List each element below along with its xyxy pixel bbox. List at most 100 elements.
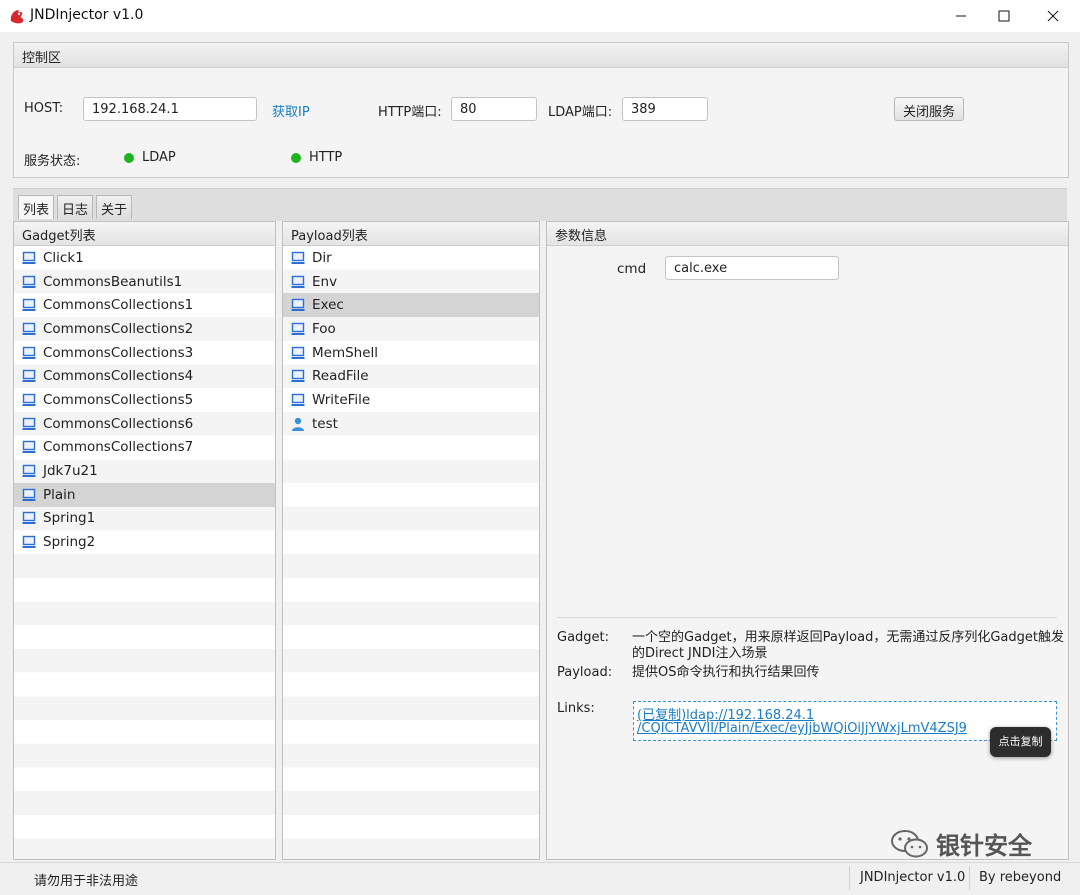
link-line-2[interactable]: /CQICTAVVII/Plain/Exec/eyJjbWQiOiJjYWxjL… (637, 721, 967, 736)
list-item[interactable]: Dir (283, 246, 539, 270)
maximize-icon (998, 10, 1010, 22)
status-divider (849, 866, 850, 890)
payload-panel: Payload列表 Dir Env Exec Foo MemShell ReadFile W… (282, 221, 540, 860)
cmd-label: cmd (617, 261, 647, 277)
computer-icon (22, 393, 36, 406)
computer-icon (291, 251, 305, 264)
status-version: JNDInjector v1.0 (860, 870, 966, 885)
list-item-label: CommonsCollections7 (43, 439, 194, 456)
stop-service-button[interactable]: 关闭服务 (894, 97, 964, 121)
computer-icon (22, 299, 36, 312)
minimize-button[interactable] (938, 0, 984, 32)
tab-list[interactable]: 列表 (18, 195, 54, 219)
computer-icon (22, 464, 36, 478)
control-section-title: 控制区 (22, 51, 62, 66)
computer-icon (22, 417, 36, 430)
list-item[interactable]: Plain (14, 482, 275, 507)
list-item[interactable]: Click1 (14, 246, 275, 270)
status-bar: 请勿用于非法用途 JNDInjector v1.0 By rebeyond (0, 862, 1080, 895)
usage-warning: 请勿用于非法用途 (34, 874, 139, 889)
computer-icon (22, 322, 36, 335)
computer-icon (22, 441, 36, 454)
list-item[interactable]: Jdk7u21 (14, 459, 275, 483)
list-item-label: CommonsCollections6 (43, 415, 194, 432)
copy-tooltip: 点击复制 (990, 727, 1051, 757)
list-item-label: CommonsCollections2 (43, 320, 194, 337)
user-icon (292, 417, 304, 431)
list-item[interactable]: CommonsBeanutils1 (14, 270, 275, 294)
list-item[interactable]: MemShell (283, 341, 539, 365)
tab-about[interactable]: 关于 (96, 195, 132, 219)
list-item[interactable]: CommonsCollections4 (14, 364, 275, 388)
tab-log[interactable]: 日志 (57, 195, 93, 219)
ldap-port-input[interactable] (622, 97, 708, 121)
computer-icon (22, 346, 36, 359)
computer-icon (22, 251, 36, 264)
list-item-label: Spring2 (43, 534, 96, 551)
ldap-port-label: LDAP端口: (548, 105, 613, 120)
payload-list[interactable]: Dir Env Exec Foo MemShell ReadFile WriteFile te… (283, 246, 539, 859)
title-bar: JNDInjector v1.0 (0, 0, 1080, 32)
list-item-label: WriteFile (312, 391, 371, 408)
ldap-status-text: LDAP (142, 150, 176, 165)
list-item[interactable]: Spring2 (14, 530, 275, 554)
gadget-list[interactable]: Click1 CommonsBeanutils1 CommonsCollection… (14, 246, 275, 859)
computer-icon (291, 322, 305, 335)
computer-icon (291, 370, 305, 383)
links-label: Links: (557, 701, 595, 716)
list-item-label: CommonsCollections4 (43, 368, 194, 385)
computer-icon (291, 299, 305, 312)
watermark: 银针安全 (890, 826, 1032, 861)
control-section-header: 控制区 (14, 43, 1068, 68)
divider (557, 617, 1057, 618)
list-item[interactable]: CommonsCollections2 (14, 317, 275, 341)
status-divider (969, 866, 970, 890)
param-panel-header: 参数信息 (547, 222, 1068, 246)
list-item-label: Plain (43, 486, 76, 503)
gadget-desc-label: Gadget: (557, 630, 610, 645)
list-item[interactable]: CommonsCollections5 (14, 388, 275, 412)
get-ip-link[interactable]: 获取IP (272, 101, 310, 120)
list-item[interactable]: Foo (283, 317, 539, 341)
payload-description: 提供OS命令执行和执行结果回传 (632, 665, 820, 680)
list-item-label: Spring1 (43, 510, 96, 527)
list-item[interactable]: Exec (283, 293, 539, 318)
list-item[interactable]: CommonsCollections6 (14, 412, 275, 436)
service-status-label: 服务状态: (24, 154, 81, 169)
list-item[interactable]: ReadFile (283, 364, 539, 388)
list-item[interactable]: Spring1 (14, 507, 275, 531)
list-item-label: CommonsCollections3 (43, 344, 194, 361)
list-item[interactable]: CommonsCollections7 (14, 436, 275, 460)
param-panel: 参数信息 cmd Gadget: 一个空的Gadget，用来原样返回Payloa… (546, 221, 1069, 860)
list-item[interactable]: WriteFile (283, 388, 539, 412)
host-input[interactable] (83, 97, 257, 121)
gadget-panel: Gadget列表 Click1 CommonsBeanutils1 CommonsC… (13, 221, 276, 860)
list-item-label: ReadFile (312, 368, 369, 385)
list-item-label: Foo (312, 320, 336, 337)
http-port-input[interactable] (451, 97, 537, 121)
maximize-button[interactable] (981, 0, 1027, 32)
watermark-text: 银针安全 (936, 832, 1032, 860)
gadget-description-line-1: 一个空的Gadget，用来原样返回Payload，无需通过反序列化Gadget触… (632, 630, 1064, 645)
http-status-text: HTTP (309, 150, 343, 165)
cmd-input[interactable] (665, 256, 839, 280)
list-item[interactable]: Env (283, 270, 539, 294)
list-item-label: Dir (312, 249, 332, 266)
list-item[interactable]: CommonsCollections1 (14, 293, 275, 317)
wechat-icon (891, 829, 928, 857)
control-section: 控制区 HOST: 获取IP HTTP端口: LDAP端口: 关闭服务 服务状态… (13, 42, 1069, 178)
gadget-description-line-2: 的Direct JNDI注入场景 (632, 646, 768, 661)
app-logo-icon (10, 10, 24, 24)
ldap-status-indicator-icon (124, 153, 134, 163)
status-author: By rebeyond (979, 870, 1062, 885)
computer-icon (22, 535, 36, 549)
list-item-label: CommonsCollections5 (43, 391, 194, 408)
close-button[interactable] (1030, 0, 1076, 32)
list-item[interactable]: CommonsCollections3 (14, 341, 275, 365)
host-label: HOST: (24, 101, 64, 116)
computer-icon (22, 512, 36, 525)
list-item-label: CommonsBeanutils1 (43, 273, 183, 290)
computer-icon (22, 370, 36, 383)
list-item[interactable]: test (283, 412, 539, 436)
payload-panel-header: Payload列表 (283, 222, 539, 246)
